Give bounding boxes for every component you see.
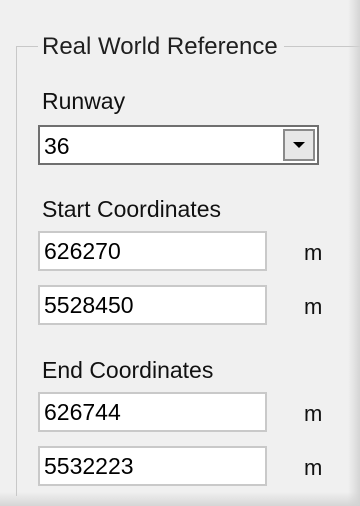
end-x-unit: m [304,401,323,426]
start-x-unit: m [304,240,323,265]
end-y-unit: m [304,455,323,480]
runway-selected-value: 36 [44,133,70,159]
end-x-input[interactable] [40,394,265,430]
start-y-input[interactable] [40,287,265,323]
start-x-field[interactable] [38,231,267,271]
start-coordinates-label: Start Coordinates [42,196,221,222]
end-y-field[interactable] [38,446,267,486]
runway-dropdown-button[interactable] [283,129,315,161]
groupbox-title: Real World Reference [38,31,284,63]
real-world-reference-panel: Real World Reference Runway 36 Start Coo… [0,0,360,506]
runway-label: Runway [42,88,126,114]
runway-select[interactable]: 36 [38,125,319,165]
end-y-input[interactable] [40,448,265,484]
start-y-field[interactable] [38,285,267,325]
start-x-input[interactable] [40,233,265,269]
chevron-down-icon [293,142,305,148]
end-x-field[interactable] [38,392,267,432]
start-y-unit: m [304,294,323,319]
end-coordinates-label: End Coordinates [42,357,214,383]
